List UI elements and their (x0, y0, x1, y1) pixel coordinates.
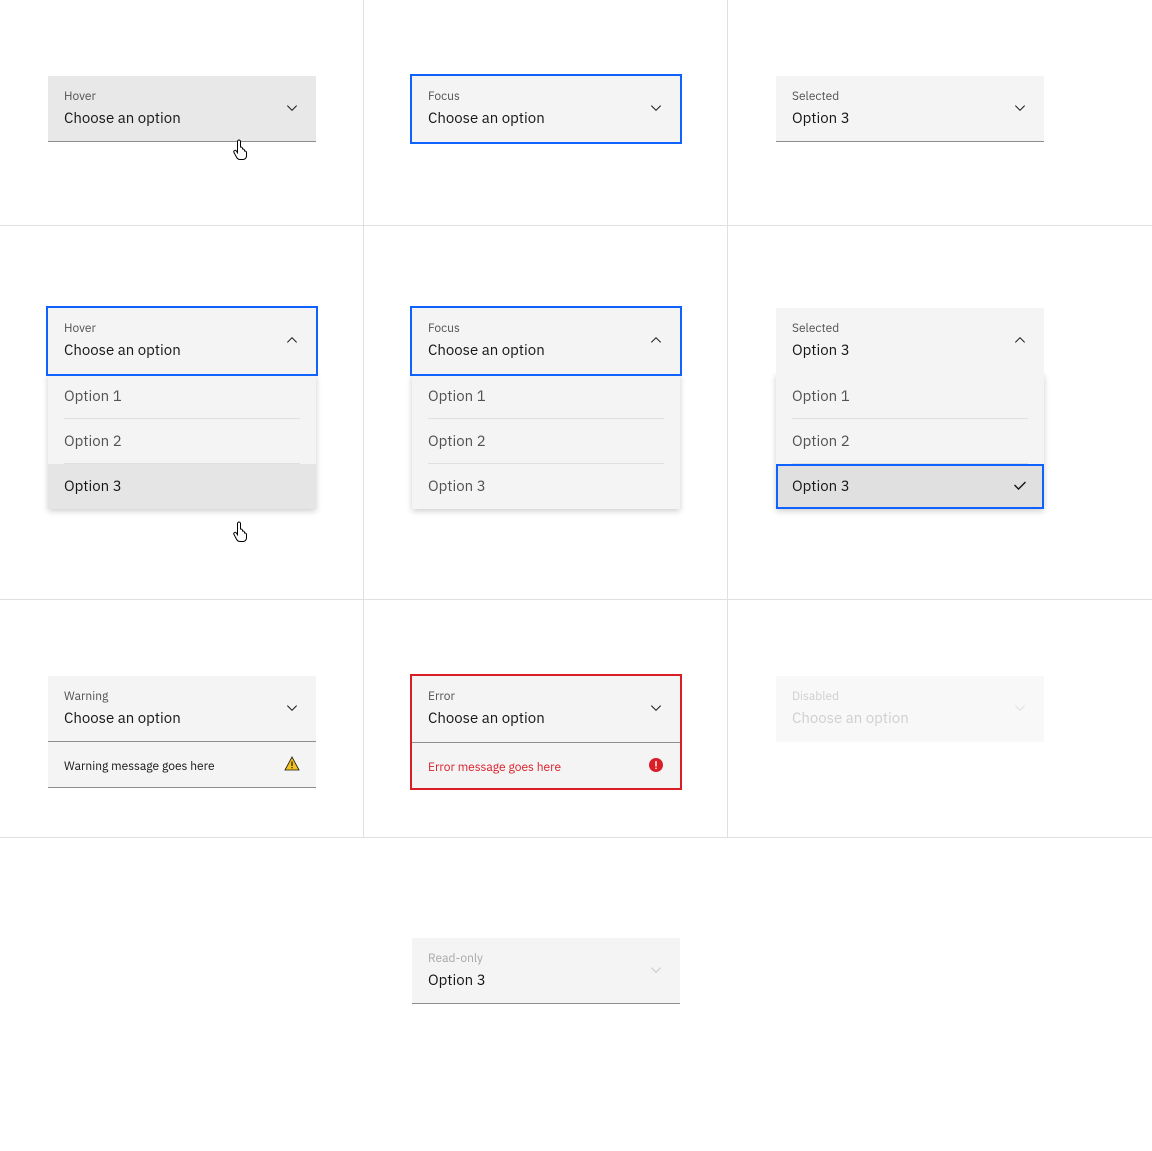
dropdown-value: Option 3 (428, 971, 664, 991)
dropdown-option[interactable]: Option 1 (48, 374, 316, 419)
dropdown-helper: Warning message goes here (48, 741, 316, 788)
dropdown-option[interactable]: Option 3 (412, 464, 680, 509)
dropdown-trigger[interactable]: Hover Choose an option (48, 76, 316, 142)
dropdown-helper: Error message goes here (412, 742, 680, 788)
dropdown-option-selected[interactable]: Option 3 (776, 464, 1044, 509)
checkmark-icon (1012, 478, 1028, 494)
dropdown-value: Choose an option (428, 109, 664, 129)
dropdown-trigger[interactable]: Focus Choose an option (412, 308, 680, 374)
dropdown-option-label: Option 3 (792, 477, 850, 496)
chevron-up-icon (284, 332, 300, 348)
dropdown-value: Choose an option (64, 341, 300, 361)
cursor-pointer-icon (232, 519, 252, 543)
dropdown-selected-open[interactable]: Selected Option 3 (776, 308, 1044, 374)
error-message: Error message goes here (428, 760, 561, 775)
chevron-down-icon (1012, 700, 1028, 716)
dropdown-trigger[interactable]: Selected Option 3 (776, 308, 1044, 374)
dropdown-menu: Option 1 Option 2 Option 3 (412, 374, 680, 509)
dropdown-value: Option 3 (792, 109, 1028, 129)
warning-icon (284, 756, 300, 772)
dropdown-trigger: Disabled Choose an option (776, 676, 1044, 742)
dropdown-option[interactable]: Option 1 (776, 374, 1044, 419)
dropdown-value: Choose an option (64, 109, 300, 129)
dropdown-label: Selected (792, 89, 1028, 105)
dropdown-trigger[interactable]: Warning Choose an option (48, 676, 316, 741)
dropdown-value: Choose an option (792, 709, 1028, 729)
chevron-down-icon (1012, 100, 1028, 116)
dropdown-trigger: Read-only Option 3 (412, 938, 680, 1004)
dropdown-selected-closed[interactable]: Selected Option 3 (776, 76, 1044, 142)
dropdown-label: Focus (428, 321, 664, 337)
chevron-down-icon (648, 962, 664, 978)
dropdown-value: Option 3 (792, 341, 1028, 361)
dropdown-focus-closed[interactable]: Focus Choose an option (412, 76, 680, 142)
dropdown-value: Choose an option (428, 709, 664, 729)
dropdown-value: Choose an option (428, 341, 664, 361)
chevron-up-icon (648, 332, 664, 348)
chevron-up-icon (1012, 332, 1028, 348)
chevron-down-icon (648, 100, 664, 116)
dropdown-trigger[interactable]: Focus Choose an option (412, 76, 680, 142)
dropdown-hover-open[interactable]: Hover Choose an option (48, 308, 316, 374)
dropdown-error[interactable]: Error Choose an option Error message goe… (412, 676, 680, 788)
dropdown-trigger[interactable]: Error Choose an option (412, 676, 680, 742)
dropdown-focus-open[interactable]: Focus Choose an option (412, 308, 680, 374)
dropdown-label: Selected (792, 321, 1028, 337)
dropdown-label: Hover (64, 321, 300, 337)
dropdown-menu: Option 1 Option 2 Option 3 (776, 374, 1044, 509)
dropdown-trigger[interactable]: Selected Option 3 (776, 76, 1044, 142)
dropdown-option[interactable]: Option 2 (48, 419, 316, 464)
chevron-down-icon (648, 700, 664, 716)
dropdown-warning[interactable]: Warning Choose an option Warning message… (48, 676, 316, 788)
dropdown-label: Hover (64, 89, 300, 105)
error-icon (648, 757, 664, 773)
dropdown-option[interactable]: Option 1 (412, 374, 680, 419)
dropdown-label: Disabled (792, 689, 1028, 705)
dropdown-hover-closed[interactable]: Hover Choose an option (48, 76, 316, 142)
dropdown-option[interactable]: Option 2 (412, 419, 680, 464)
chevron-down-icon (284, 700, 300, 716)
dropdown-label: Error (428, 689, 664, 705)
dropdown-label: Warning (64, 689, 300, 705)
dropdown-label: Read-only (428, 951, 664, 967)
chevron-down-icon (284, 100, 300, 116)
warning-message: Warning message goes here (64, 759, 215, 774)
dropdown-label: Focus (428, 89, 664, 105)
dropdown-menu: Option 1 Option 2 Option 3 (48, 374, 316, 509)
dropdown-value: Choose an option (64, 709, 300, 729)
dropdown-trigger[interactable]: Hover Choose an option (48, 308, 316, 374)
dropdown-option[interactable]: Option 2 (776, 419, 1044, 464)
dropdown-readonly: Read-only Option 3 (412, 938, 680, 1004)
dropdown-option[interactable]: Option 3 (48, 464, 316, 509)
dropdown-disabled: Disabled Choose an option (776, 676, 1044, 742)
